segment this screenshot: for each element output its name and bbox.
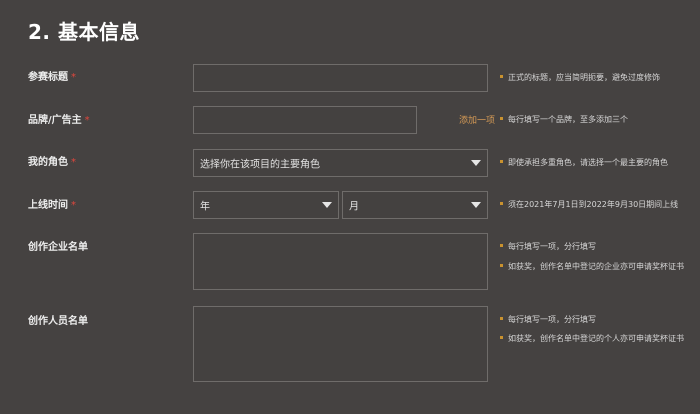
brand-label: 品牌/广告主 * bbox=[28, 115, 90, 127]
people-label-text: 创作人员名单 bbox=[28, 316, 88, 327]
required-mark: * bbox=[84, 115, 90, 126]
role-label-text: 我的角色 bbox=[28, 157, 68, 168]
people-label: 创作人员名单 bbox=[28, 316, 88, 328]
launch-time-hint-text: 须在2021年7月1日到2022年9月30日期间上线 bbox=[508, 200, 679, 209]
hint-bullet-icon bbox=[500, 264, 503, 267]
chevron-down-icon bbox=[322, 202, 332, 208]
companies-textarea[interactable] bbox=[193, 233, 488, 290]
brand-input[interactable] bbox=[193, 106, 417, 134]
role-label: 我的角色 * bbox=[28, 157, 76, 169]
required-mark: * bbox=[71, 72, 76, 83]
launch-month-select[interactable]: 月 bbox=[342, 191, 488, 219]
add-brand-link[interactable]: 添加一项 bbox=[459, 116, 495, 127]
chevron-down-icon bbox=[471, 202, 481, 208]
launch-time-label: 上线时间 * bbox=[28, 200, 76, 212]
hint-bullet-icon bbox=[500, 75, 503, 78]
entry-title-hint: 正式的标题，应当简明扼要，避免过度修饰 bbox=[500, 73, 660, 83]
launch-time-hint: 须在2021年7月1日到2022年9月30日期间上线 bbox=[500, 200, 678, 210]
role-select-value: 选择你在该项目的主要角色 bbox=[200, 159, 320, 171]
people-textarea[interactable] bbox=[193, 306, 488, 382]
launch-year-value: 年 bbox=[200, 201, 210, 213]
role-select[interactable]: 选择你在该项目的主要角色 bbox=[193, 149, 488, 177]
people-hint-1-text: 每行填写一项，分行填写 bbox=[508, 315, 596, 324]
entry-title-input[interactable] bbox=[193, 64, 488, 92]
required-mark: * bbox=[71, 157, 76, 168]
brand-hint: 每行填写一个品牌，至多添加三个 bbox=[500, 115, 628, 125]
companies-hint-1-text: 每行填写一项，分行填写 bbox=[508, 242, 596, 251]
section-title: 2. 基本信息 bbox=[28, 20, 140, 44]
chevron-down-icon bbox=[471, 160, 481, 166]
people-hint-2-text: 如获奖，创作名单中登记的个人亦可申请奖杯证书 bbox=[508, 334, 684, 343]
entry-title-label-text: 参赛标题 bbox=[28, 72, 68, 83]
hint-bullet-icon bbox=[500, 244, 503, 247]
role-hint-text: 即使承担多重角色，请选择一个最主要的角色 bbox=[508, 158, 668, 167]
brand-hint-text: 每行填写一个品牌，至多添加三个 bbox=[508, 115, 628, 124]
required-mark: * bbox=[71, 200, 76, 211]
hint-bullet-icon bbox=[500, 160, 503, 163]
launch-year-select[interactable]: 年 bbox=[193, 191, 339, 219]
entry-title-label: 参赛标题 * bbox=[28, 72, 76, 84]
brand-label-text: 品牌/广告主 bbox=[28, 115, 82, 126]
role-hint: 即使承担多重角色，请选择一个最主要的角色 bbox=[500, 158, 668, 168]
hint-bullet-icon bbox=[500, 336, 503, 339]
companies-hint-2: 如获奖，创作名单中登记的企业亦可申请奖杯证书 bbox=[500, 262, 684, 272]
people-hint-2: 如获奖，创作名单中登记的个人亦可申请奖杯证书 bbox=[500, 334, 684, 344]
people-hint-1: 每行填写一项，分行填写 bbox=[500, 315, 596, 325]
companies-label-text: 创作企业名单 bbox=[28, 242, 88, 253]
launch-month-value: 月 bbox=[349, 201, 359, 213]
companies-hint-1: 每行填写一项，分行填写 bbox=[500, 242, 596, 252]
hint-bullet-icon bbox=[500, 317, 503, 320]
hint-bullet-icon bbox=[500, 117, 503, 120]
entry-title-hint-text: 正式的标题，应当简明扼要，避免过度修饰 bbox=[508, 73, 660, 82]
companies-label: 创作企业名单 bbox=[28, 242, 88, 254]
hint-bullet-icon bbox=[500, 202, 503, 205]
launch-time-label-text: 上线时间 bbox=[28, 200, 68, 211]
companies-hint-2-text: 如获奖，创作名单中登记的企业亦可申请奖杯证书 bbox=[508, 262, 684, 271]
